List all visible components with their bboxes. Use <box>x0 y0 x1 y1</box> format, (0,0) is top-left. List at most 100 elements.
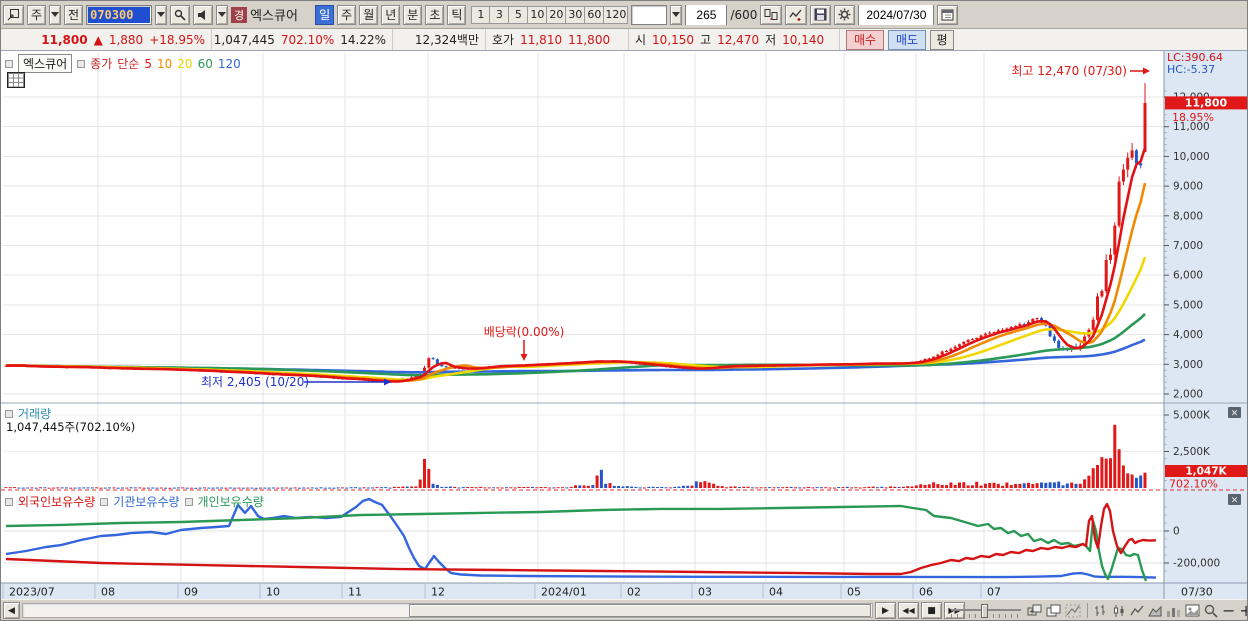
date-input[interactable] <box>859 4 934 25</box>
tab-yearly[interactable]: 년 <box>381 4 401 25</box>
minute-20[interactable]: 20 <box>547 5 567 24</box>
chart-3d-icon[interactable] <box>1166 604 1181 618</box>
minute-1[interactable]: 1 <box>471 5 491 24</box>
line-chart-icon[interactable] <box>1130 604 1144 618</box>
candle-chart-icon[interactable] <box>1112 604 1126 618</box>
cascade-window-icon[interactable] <box>1046 604 1061 618</box>
minute-10[interactable]: 10 <box>528 5 548 24</box>
volume-bar <box>552 487 556 489</box>
chart-canvas[interactable]: 2,000 3,000 4,000 5,000 6,000 7,000 8,000 9,000… <box>1 51 1248 599</box>
volume-bar <box>453 486 457 488</box>
high-label: 고 <box>700 33 712 47</box>
chart-image-icon[interactable] <box>1185 604 1200 618</box>
volume-bar <box>1009 485 1013 488</box>
svg-text:12: 12 <box>431 586 445 599</box>
trade-amount: 12,324백만 <box>414 33 479 47</box>
trendline-button[interactable] <box>785 4 808 25</box>
chart-scrollbar[interactable] <box>22 603 873 618</box>
volume-bar <box>457 487 461 489</box>
volume-bar <box>604 483 608 488</box>
volume-title: 거래량 <box>18 407 52 421</box>
area-chart-icon[interactable] <box>1148 604 1162 618</box>
tab-minute[interactable]: 분 <box>403 4 423 25</box>
custom-minute-dropdown[interactable] <box>670 4 683 25</box>
volume-bar <box>768 487 772 489</box>
zoom-in-icon[interactable]: + <box>1239 602 1247 619</box>
compare-chart-button[interactable] <box>760 4 783 25</box>
search-button[interactable] <box>170 4 191 25</box>
minute-3[interactable]: 3 <box>490 5 510 24</box>
minute-5[interactable]: 5 <box>509 5 529 24</box>
volume-bar <box>1091 468 1095 488</box>
volume-bar <box>470 487 474 488</box>
chevron-down-icon <box>157 12 166 17</box>
volume-bar <box>979 485 983 488</box>
buy-button[interactable]: 매수 <box>846 29 884 50</box>
calendar-button[interactable] <box>937 4 959 25</box>
sound-button[interactable] <box>193 4 214 25</box>
stop-button[interactable]: ■ <box>921 602 942 619</box>
volume-bar <box>574 485 577 488</box>
popup-chart-button[interactable] <box>3 4 24 25</box>
period-group-button[interactable]: 주 <box>27 4 47 25</box>
volume-bar <box>254 487 258 489</box>
volume-bar <box>970 485 974 488</box>
tab-second[interactable]: 초 <box>425 4 445 25</box>
minute-120[interactable]: 120 <box>604 5 629 24</box>
rewind-button[interactable]: ◀◀ <box>898 602 919 619</box>
tab-daily[interactable]: 일 <box>315 4 335 25</box>
ohlc-bar-icon[interactable] <box>1094 604 1108 618</box>
svg-text:3,000: 3,000 <box>1173 359 1203 371</box>
prev-stock-button[interactable]: 전 <box>64 4 84 25</box>
volume-bar <box>103 487 107 489</box>
tab-tick[interactable]: 틱 <box>447 4 467 25</box>
minute-30[interactable]: 30 <box>566 5 586 24</box>
volume-bar <box>716 485 720 488</box>
volume-bar <box>1117 449 1121 488</box>
volume-bar <box>975 481 979 488</box>
code-dropdown[interactable] <box>155 4 168 25</box>
sound-dropdown[interactable] <box>216 4 229 25</box>
save-button[interactable] <box>810 4 832 25</box>
candle <box>1091 319 1095 330</box>
custom-minute-select[interactable] <box>631 4 668 25</box>
volume-bar <box>177 487 181 489</box>
speed-slider-thumb[interactable] <box>981 604 988 618</box>
volume-bar <box>699 482 703 488</box>
volume-bar <box>332 487 336 489</box>
scrollbar-thumb[interactable] <box>409 604 871 617</box>
volume-bar <box>798 487 802 489</box>
save-icon <box>814 8 827 21</box>
settings-button[interactable] <box>834 4 856 25</box>
scroll-left-button[interactable]: ◀ <box>3 602 20 619</box>
trendline-box-icon[interactable] <box>1065 604 1081 618</box>
volume-bar <box>638 487 642 489</box>
stock-code-input[interactable] <box>88 6 151 23</box>
legend-ma-type: 단순 <box>117 57 140 71</box>
tab-weekly[interactable]: 주 <box>337 4 357 25</box>
legend-symbol[interactable]: 엑스큐어 <box>18 54 73 73</box>
legend-ma120: 120 <box>217 56 241 71</box>
zoom-search-icon[interactable] <box>1204 604 1218 618</box>
volume-bar <box>802 487 806 489</box>
svg-text:HC:-5.37: HC:-5.37 <box>1167 63 1215 76</box>
play-button[interactable]: ▶ <box>875 602 896 619</box>
merge-window-icon[interactable] <box>1027 604 1042 618</box>
sell-button[interactable]: 매도 <box>888 29 926 50</box>
volume-bar <box>349 487 353 489</box>
bar-count-input[interactable] <box>686 4 727 25</box>
volume-bar <box>936 484 940 488</box>
candle <box>1134 150 1138 164</box>
period-group-dropdown[interactable] <box>49 4 62 25</box>
avg-button[interactable]: 평 <box>930 29 954 50</box>
tab-monthly[interactable]: 월 <box>359 4 379 25</box>
volume-bar <box>211 487 215 489</box>
zoom-out-icon[interactable]: − <box>1222 602 1235 619</box>
divider <box>1087 603 1088 618</box>
candle <box>431 358 435 360</box>
data-grid-icon[interactable] <box>7 72 25 88</box>
volume-bar <box>241 487 245 489</box>
candle <box>1104 260 1108 292</box>
volume-bar <box>328 487 332 489</box>
minute-60[interactable]: 60 <box>585 5 605 24</box>
